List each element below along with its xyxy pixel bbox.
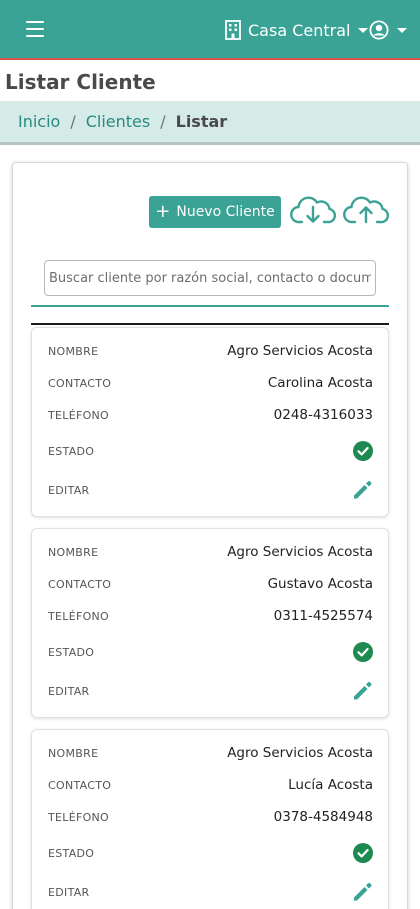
breadcrumb-current: Listar xyxy=(175,112,228,131)
field-label: TELÉFONO xyxy=(48,609,110,623)
check-circle-icon xyxy=(353,441,373,461)
user-menu[interactable] xyxy=(369,19,407,41)
field-value-contacto: Gustavo Acosta xyxy=(267,576,373,592)
client-card: NOMBRE Agro Servicios Acosta CONTACTO Carol… xyxy=(31,327,389,517)
pencil-icon[interactable] xyxy=(351,479,373,501)
client-row-telefono: TELÉFONO 0311-4525574 xyxy=(48,604,373,628)
field-label: EDITAR xyxy=(48,684,90,698)
plus-icon: + xyxy=(155,201,171,222)
pencil-icon[interactable] xyxy=(351,680,373,702)
breadcrumb-separator: / xyxy=(70,112,76,131)
client-row-estado: ESTADO xyxy=(48,439,373,463)
field-label: CONTACTO xyxy=(48,577,112,591)
user-circle-icon xyxy=(369,20,389,40)
field-value-telefono: 0378-4584948 xyxy=(273,809,373,825)
client-card: NOMBRE Agro Servicios Acosta CONTACTO Gusta… xyxy=(31,528,389,718)
pencil-icon[interactable] xyxy=(351,881,373,903)
field-value-telefono: 0248-4316033 xyxy=(273,407,373,423)
divider xyxy=(31,323,389,325)
client-card: NOMBRE Agro Servicios Acosta CONTACTO Lucía… xyxy=(31,729,389,909)
field-label: EDITAR xyxy=(48,483,90,497)
client-row-nombre: NOMBRE Agro Servicios Acosta xyxy=(48,540,373,564)
field-value-contacto: Lucía Acosta xyxy=(288,777,373,793)
new-client-label: Nuevo Cliente xyxy=(176,204,275,220)
field-label: EDITAR xyxy=(48,885,90,899)
field-label: TELÉFONO xyxy=(48,810,110,824)
field-value-telefono: 0311-4525574 xyxy=(273,608,373,624)
client-row-contacto: CONTACTO Lucía Acosta xyxy=(48,773,373,797)
client-row-contacto: CONTACTO Carolina Acosta xyxy=(48,371,373,395)
chevron-down-icon xyxy=(358,27,369,33)
field-value-nombre: Agro Servicios Acosta xyxy=(227,343,373,359)
check-circle-icon xyxy=(353,642,373,662)
building-icon xyxy=(225,20,241,40)
field-label: NOMBRE xyxy=(48,746,99,760)
field-label: CONTACTO xyxy=(48,778,112,792)
breadcrumb-clientes[interactable]: Clientes xyxy=(86,112,151,131)
check-circle-icon xyxy=(353,843,373,863)
branch-label: Casa Central xyxy=(248,20,351,40)
client-row-estado: ESTADO xyxy=(48,841,373,865)
hamburger-icon[interactable] xyxy=(26,21,44,37)
client-row-nombre: NOMBRE Agro Servicios Acosta xyxy=(48,339,373,363)
client-row-editar: EDITAR xyxy=(48,478,373,502)
field-label: CONTACTO xyxy=(48,376,112,390)
client-row-editar: EDITAR xyxy=(48,880,373,904)
client-row-telefono: TELÉFONO 0248-4316033 xyxy=(48,403,373,427)
field-value-nombre: Agro Servicios Acosta xyxy=(227,544,373,560)
breadcrumb-separator: / xyxy=(160,112,166,131)
top-navbar: Casa Central xyxy=(0,0,420,60)
search-input[interactable] xyxy=(44,260,376,296)
divider xyxy=(31,305,389,307)
field-value-nombre: Agro Servicios Acosta xyxy=(227,745,373,761)
cloud-upload-icon[interactable] xyxy=(343,193,389,229)
field-label: NOMBRE xyxy=(48,545,99,559)
page-title: Listar Cliente xyxy=(5,70,156,94)
client-row-contacto: CONTACTO Gustavo Acosta xyxy=(48,572,373,596)
new-client-button[interactable]: + Nuevo Cliente xyxy=(149,196,281,228)
cloud-download-icon[interactable] xyxy=(290,193,336,229)
branch-selector[interactable]: Casa Central xyxy=(224,17,369,43)
client-row-editar: EDITAR xyxy=(48,679,373,703)
field-label: ESTADO xyxy=(48,846,95,860)
field-label: ESTADO xyxy=(48,444,95,458)
chevron-down-icon xyxy=(397,27,407,33)
breadcrumb: Inicio / Clientes / Listar xyxy=(0,101,420,145)
field-label: NOMBRE xyxy=(48,344,99,358)
client-row-telefono: TELÉFONO 0378-4584948 xyxy=(48,805,373,829)
field-value-contacto: Carolina Acosta xyxy=(267,375,373,391)
breadcrumb-inicio[interactable]: Inicio xyxy=(18,112,60,131)
client-row-nombre: NOMBRE Agro Servicios Acosta xyxy=(48,741,373,765)
field-label: ESTADO xyxy=(48,645,95,659)
client-row-estado: ESTADO xyxy=(48,640,373,664)
field-label: TELÉFONO xyxy=(48,408,110,422)
